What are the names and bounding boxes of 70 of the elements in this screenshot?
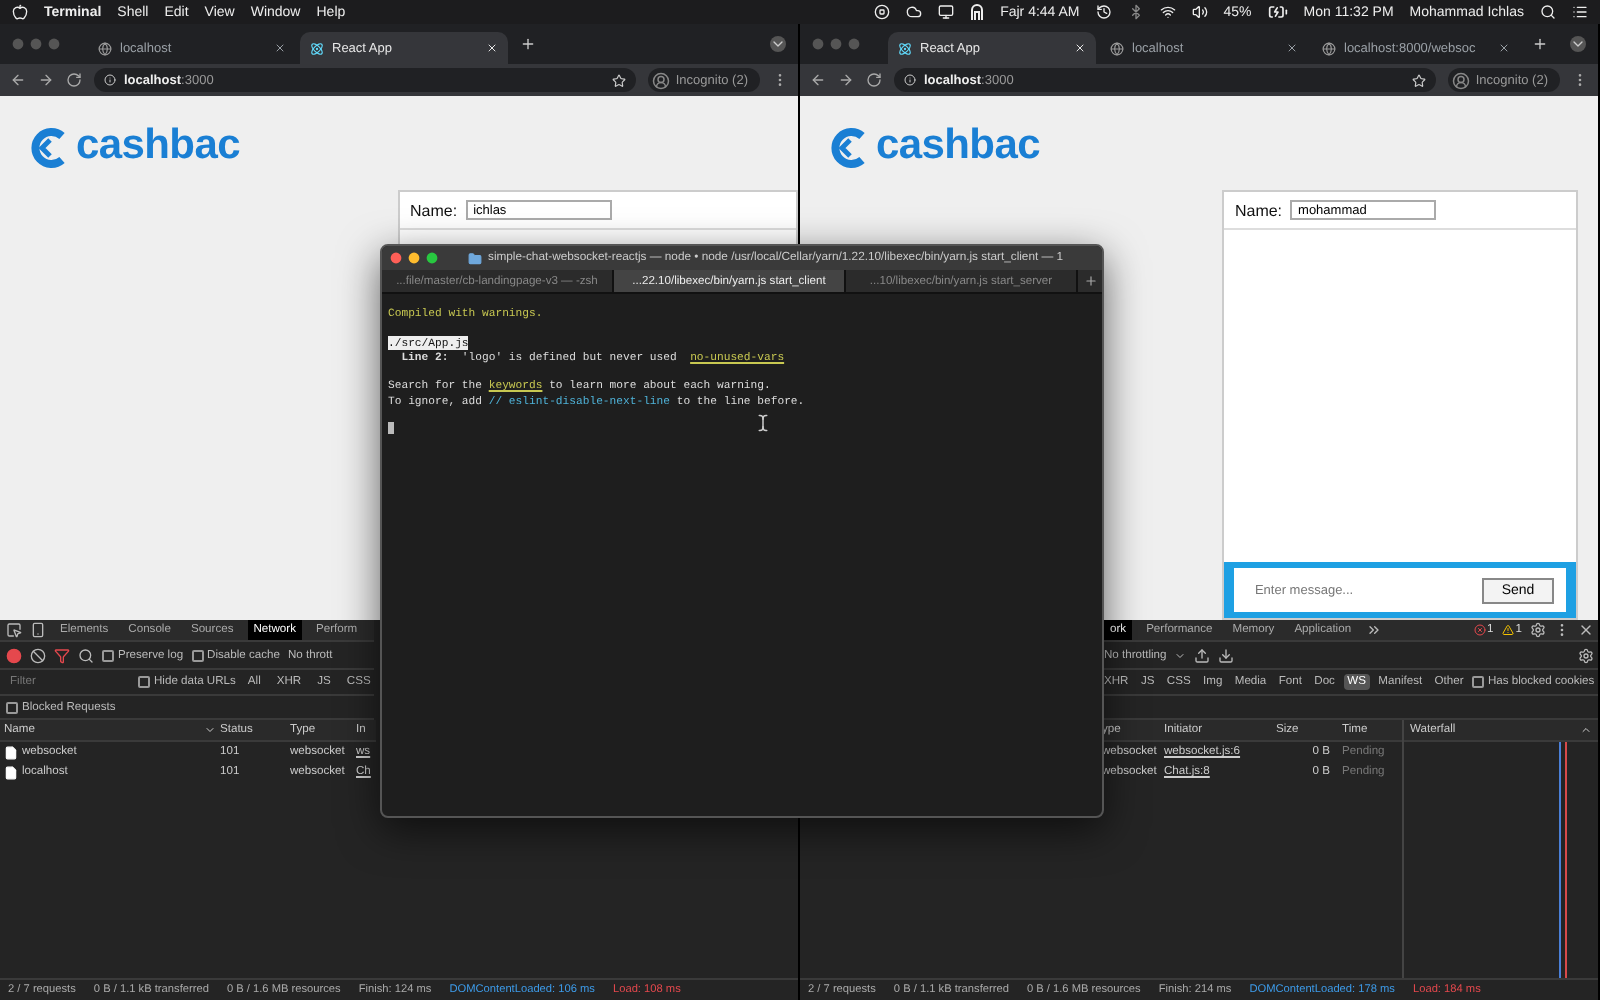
tab-search-icon[interactable] (770, 36, 786, 52)
star-icon[interactable] (611, 73, 626, 87)
caret-icon (1174, 649, 1187, 661)
name-label: Name: (1234, 201, 1283, 219)
clear-icon[interactable] (30, 647, 46, 663)
error-icon (1473, 624, 1486, 636)
apple-icon[interactable] (12, 4, 28, 20)
folder-icon (468, 251, 482, 265)
download-icon[interactable] (1218, 647, 1235, 663)
reload-icon[interactable] (66, 72, 82, 88)
sort-icon (1580, 724, 1592, 736)
bluetooth-icon[interactable] (1127, 4, 1144, 20)
tab-search-icon[interactable] (1570, 36, 1586, 52)
checkbox[interactable] (191, 649, 204, 661)
settings-icon[interactable] (1530, 622, 1546, 638)
reload-icon[interactable] (866, 72, 882, 88)
volume-icon[interactable] (1191, 4, 1208, 20)
avatar-icon (1451, 71, 1470, 89)
settings-icon[interactable] (1578, 647, 1594, 663)
new-tab-icon[interactable] (520, 36, 536, 52)
back-icon[interactable] (10, 72, 26, 88)
avatar-icon (651, 71, 670, 89)
checkbox[interactable] (102, 649, 114, 661)
globe-icon (1110, 41, 1124, 55)
atom-icon (898, 41, 912, 55)
name-label: Name: (410, 201, 458, 219)
arch-icon (970, 4, 985, 20)
checkbox[interactable] (138, 676, 150, 688)
atom-icon (310, 41, 324, 55)
device-icon[interactable] (30, 622, 46, 638)
new-tab-icon[interactable] (1532, 36, 1548, 52)
file-icon (4, 765, 18, 779)
close-icon[interactable] (274, 42, 286, 54)
logo-icon (30, 126, 70, 170)
close-icon[interactable] (1578, 622, 1594, 638)
wifi-icon[interactable] (1159, 4, 1176, 20)
search-icon[interactable] (78, 647, 94, 663)
text-cursor (388, 422, 394, 435)
stop-circle-icon[interactable] (874, 4, 891, 20)
new-tab-icon[interactable] (1083, 274, 1097, 288)
i-beam-icon (754, 414, 772, 432)
forward-icon[interactable] (838, 72, 854, 88)
forward-icon[interactable] (38, 72, 54, 88)
checkbox[interactable] (6, 701, 18, 713)
clock-icon[interactable] (1095, 4, 1112, 20)
close-icon[interactable] (1286, 42, 1298, 54)
inspect-icon[interactable] (6, 622, 22, 638)
info-icon (104, 74, 116, 86)
warning-icon (1501, 624, 1514, 636)
close-icon[interactable] (1498, 42, 1510, 54)
star-icon[interactable] (1411, 73, 1426, 87)
monitor-icon[interactable] (938, 4, 955, 20)
more-tabs-icon[interactable] (1365, 622, 1382, 638)
logo-text: cashbac (76, 122, 240, 170)
back-icon[interactable] (810, 72, 826, 88)
globe-icon (1322, 41, 1336, 55)
list-icon[interactable] (1572, 4, 1588, 20)
cloud-icon[interactable] (906, 4, 923, 20)
battery-icon[interactable] (1267, 2, 1288, 22)
info-icon (904, 74, 916, 86)
globe-icon (98, 41, 112, 55)
record-icon[interactable] (6, 647, 22, 663)
window-controls[interactable] (390, 252, 442, 264)
file-icon (4, 745, 18, 759)
filter-icon[interactable] (54, 647, 70, 663)
sort-icon (204, 724, 216, 736)
checkbox[interactable] (1471, 676, 1484, 688)
logo-icon (830, 126, 870, 170)
logo-text: cashbac (876, 122, 1040, 170)
upload-icon[interactable] (1194, 647, 1211, 663)
